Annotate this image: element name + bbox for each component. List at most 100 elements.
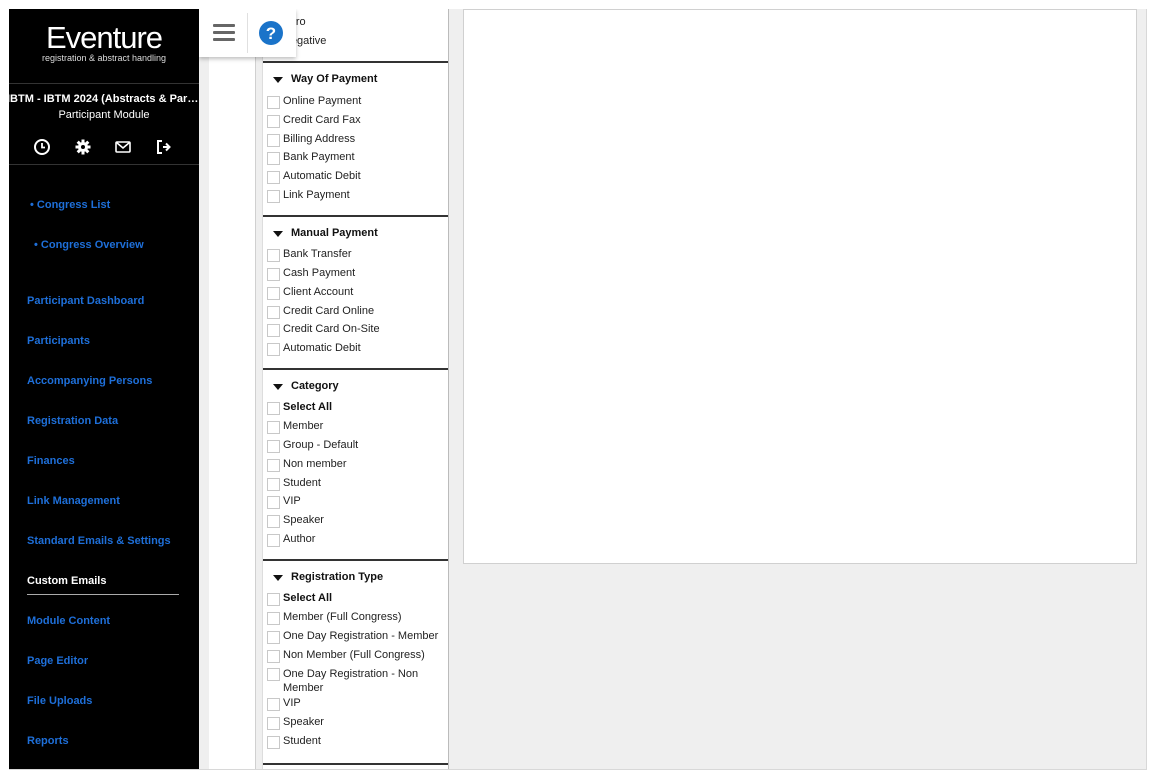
checkbox[interactable] [267, 631, 280, 644]
nav-standard-emails-settings[interactable]: Standard Emails & Settings [27, 535, 171, 547]
filter-option-label: Speaker [283, 514, 324, 526]
sidebar-divider [9, 164, 199, 165]
checkbox[interactable] [267, 152, 280, 165]
filter-option-label: Select All [283, 592, 333, 604]
checkbox[interactable] [267, 343, 280, 356]
event-name: IBTM - IBTM 2024 (Abstracts & Participan… [9, 93, 201, 105]
help-circle-icon: ? [259, 21, 283, 45]
checkbox[interactable] [267, 402, 280, 415]
active-nav-underline [27, 594, 179, 595]
nav-finances[interactable]: Finances [27, 455, 75, 467]
clock-icon[interactable] [32, 137, 52, 157]
checkbox[interactable] [267, 134, 280, 147]
side-gutter [209, 9, 256, 769]
filter-option-label: Student [283, 477, 321, 489]
mail-icon[interactable] [113, 137, 133, 157]
filter-section-registration-type: Registration Type Select All Member (Ful… [263, 559, 448, 763]
checkbox[interactable] [267, 324, 280, 337]
filter-section-header[interactable]: Category [273, 380, 339, 392]
filter-section-category: Category Select All Member Group - Defau… [263, 368, 448, 559]
checkbox[interactable] [267, 650, 280, 663]
filter-option-label: Bank Transfer [283, 248, 352, 260]
nav-congress-overview[interactable]: • Congress Overview [34, 239, 144, 251]
filter-option-label: Link Payment [283, 189, 350, 201]
checkbox[interactable] [267, 268, 280, 281]
help-glyph: ? [266, 24, 276, 43]
nav-registration-data[interactable]: Registration Data [27, 415, 118, 427]
checkbox[interactable] [267, 478, 280, 491]
filter-option-label: Cash Payment [283, 267, 356, 279]
checkbox[interactable] [267, 249, 280, 262]
filter-option-label: Automatic Debit [283, 342, 361, 354]
checkbox[interactable] [267, 440, 280, 453]
caret-down-icon [273, 384, 283, 390]
menu-toggle-button[interactable] [199, 9, 247, 57]
nav-link-management[interactable]: Link Management [27, 495, 120, 507]
filter-section-title: Way Of Payment [291, 73, 378, 85]
sidebar-divider [9, 83, 199, 84]
filter-option-label: Automatic Debit [283, 170, 361, 182]
checkbox[interactable] [267, 736, 280, 749]
nav-file-uploads[interactable]: File Uploads [27, 695, 92, 707]
filter-option-label: Member [283, 420, 324, 432]
filter-option-label: Credit Card On-Site [283, 323, 380, 335]
nav-participant-dashboard[interactable]: Participant Dashboard [27, 295, 144, 307]
main-content-card [463, 9, 1137, 564]
brand-logo[interactable]: Eventure registration & abstract handlin… [9, 21, 199, 64]
hamburger-icon [213, 24, 235, 41]
checkbox[interactable] [267, 698, 280, 711]
checkbox[interactable] [267, 115, 280, 128]
nav-congress-list[interactable]: • Congress List [30, 199, 110, 211]
filter-option-label: Group - Default [283, 439, 359, 451]
filter-option-label: One Day Registration - Member [283, 630, 439, 642]
nav-accompanying-persons[interactable]: Accompanying Persons [27, 375, 152, 387]
checkbox[interactable] [267, 612, 280, 625]
filter-section-header[interactable]: Registration Type [273, 571, 383, 583]
header-icon-row [9, 137, 199, 159]
checkbox[interactable] [267, 306, 280, 319]
checkbox[interactable] [267, 515, 280, 528]
checkbox[interactable] [267, 459, 280, 472]
nav-participants[interactable]: Participants [27, 335, 90, 347]
nav-custom-emails[interactable]: Custom Emails [27, 575, 106, 587]
filter-option-label: Select All [283, 401, 333, 413]
caret-down-icon [273, 575, 283, 581]
brand-tagline: registration & abstract handling [41, 53, 167, 63]
filter-option-label: VIP [283, 697, 301, 709]
checkbox[interactable] [267, 496, 280, 509]
checkbox[interactable] [267, 668, 280, 681]
checkbox[interactable] [267, 287, 280, 300]
checkbox[interactable] [267, 421, 280, 434]
filter-section-title: Category [291, 380, 339, 392]
filter-option-label: Non member [283, 458, 347, 470]
checkbox[interactable] [267, 190, 280, 203]
filter-option-label: Non Member (Full Congress) [283, 649, 425, 661]
filter-section-next [263, 763, 448, 769]
nav-module-content[interactable]: Module Content [27, 615, 110, 627]
filter-option-label: Credit Card Fax [283, 114, 361, 126]
sidebar: Eventure registration & abstract handlin… [9, 9, 201, 769]
filter-option-label: Bank Payment [283, 151, 355, 163]
gear-icon[interactable] [73, 137, 93, 157]
filter-section-header[interactable]: Way Of Payment [273, 73, 377, 85]
filter-option-label: Speaker [283, 716, 324, 728]
help-button[interactable]: ? [248, 9, 296, 57]
app-frame: Eventure registration & abstract handlin… [9, 9, 1147, 770]
filter-option-label: Credit Card Online [283, 305, 375, 317]
checkbox[interactable] [267, 717, 280, 730]
filter-option-label: Member (Full Congress) [283, 611, 402, 623]
nav-page-editor[interactable]: Page Editor [27, 655, 88, 667]
filter-section-header[interactable]: Manual Payment [273, 227, 378, 239]
caret-down-icon [273, 231, 283, 237]
filter-option-label: Online Payment [283, 95, 362, 107]
nav-reports[interactable]: Reports [27, 735, 69, 747]
filter-section-way-of-payment: Way Of Payment Online Payment Credit Car… [263, 61, 448, 215]
checkbox[interactable] [267, 534, 280, 547]
module-name: Participant Module [58, 109, 150, 121]
filter-panel: Zero Negative Way Of Payment Online Paym… [262, 9, 449, 769]
checkbox[interactable] [267, 593, 280, 606]
checkbox[interactable] [267, 171, 280, 184]
checkbox[interactable] [267, 96, 280, 109]
filter-option-label: Billing Address [283, 133, 356, 145]
logout-icon[interactable] [154, 137, 174, 157]
